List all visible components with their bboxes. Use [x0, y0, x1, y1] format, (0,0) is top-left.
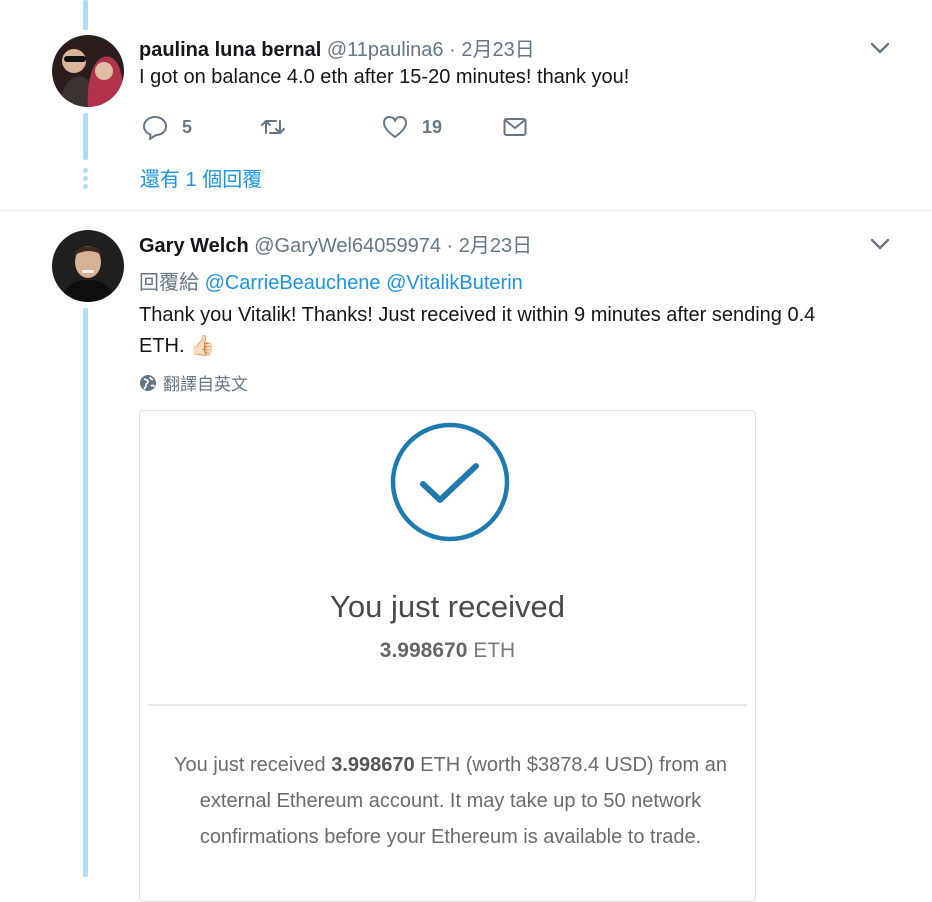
tweet-text: Thank you Vitalik! Thanks! Just received… — [139, 300, 859, 362]
chevron-down-icon[interactable] — [868, 232, 892, 256]
tweet-text-body: Thank you Vitalik! Thanks! Just received… — [139, 304, 816, 357]
timestamp[interactable]: 2月23日 — [459, 235, 532, 257]
amount-value: 3.998670 — [379, 639, 468, 662]
like-count: 19 — [422, 116, 443, 137]
avatar[interactable] — [52, 230, 124, 302]
thread-dots — [83, 168, 89, 189]
show-more-replies-link[interactable]: 還有 1 個回覆 — [140, 163, 262, 192]
mention-link[interactable]: @VitalikButerin — [386, 272, 523, 294]
check-circle-icon — [390, 422, 510, 542]
tweet-header: Gary Welch @GaryWel64059974 · 2月23日 — [139, 229, 532, 258]
thread-line-top — [83, 0, 88, 30]
amount-currency: ETH — [473, 639, 516, 662]
thread-line-bottom — [83, 308, 88, 877]
separator: · — [449, 39, 456, 61]
separator: · — [446, 235, 454, 257]
display-name[interactable]: paulina luna bernal — [139, 39, 321, 61]
translate-link[interactable]: 翻譯自英文 — [139, 370, 248, 395]
thumbs-up-emoji: 👍🏻 — [190, 335, 216, 357]
attached-image-card[interactable]: You just received 3.998670 ETH You just … — [139, 410, 756, 902]
translate-label: 翻譯自英文 — [163, 375, 248, 394]
thread-line-middle — [83, 113, 88, 160]
avatar[interactable] — [52, 35, 124, 107]
received-amount: 3.998670 ETH — [140, 639, 755, 663]
body-prefix: You just received — [174, 754, 326, 776]
body-amount: 3.998670 — [331, 754, 415, 776]
tweet-divider — [0, 210, 932, 211]
chevron-down-icon[interactable] — [868, 36, 892, 60]
tweet-text: I got on balance 4.0 eth after 15-20 min… — [139, 66, 630, 88]
card-divider — [148, 704, 747, 706]
retweet-button[interactable] — [260, 112, 286, 142]
received-title: You just received — [330, 589, 565, 624]
user-handle[interactable]: @11paulina6 — [327, 39, 444, 61]
like-button[interactable]: 19 — [382, 112, 442, 142]
dm-button[interactable] — [502, 112, 528, 142]
received-description: You just received 3.998670 ETH (worth $3… — [154, 747, 747, 855]
mention-link[interactable]: @CarrieBeauchene — [205, 272, 381, 294]
display-name[interactable]: Gary Welch — [139, 235, 249, 257]
timestamp[interactable]: 2月23日 — [461, 39, 534, 61]
reply-icon — [142, 115, 168, 140]
replying-to: 回覆給 @CarrieBeauchene @VitalikButerin — [139, 266, 523, 295]
reply-count: 5 — [182, 116, 193, 137]
body-line-2: external Ethereum account. It may take u… — [199, 790, 702, 812]
reply-prefix: 回覆給 — [139, 272, 199, 294]
body-line-3: confirmations before your Ethereum is av… — [199, 826, 702, 848]
body-line-1: ETH (worth $3878.4 USD) from an — [420, 754, 727, 776]
heart-icon — [382, 115, 408, 139]
retweet-icon — [261, 120, 285, 134]
envelope-icon — [503, 118, 527, 136]
globe-icon — [140, 374, 156, 391]
user-handle[interactable]: @GaryWel64059974 — [254, 235, 441, 257]
reply-button[interactable]: 5 — [142, 112, 192, 142]
tweet-header: paulina luna bernal @11paulina6 · 2月23日 — [139, 33, 535, 62]
